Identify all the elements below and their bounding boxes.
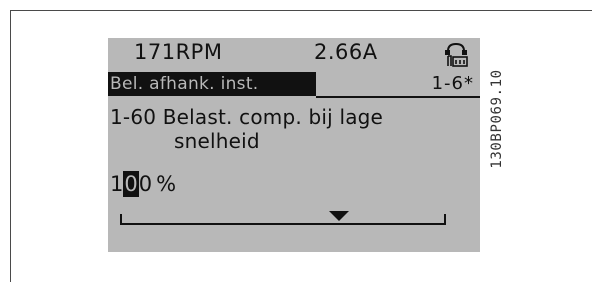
menu-group-index: 1-6* [431,73,474,94]
triangle-down-icon [329,211,349,221]
value-bar-line [120,214,446,225]
speed-readout: 171RPM [134,40,223,64]
frame-top-border [10,10,592,11]
figure-code-text: 130BP069.10 [489,69,505,169]
parameter-name-line2: snelheid [174,129,260,153]
parameter-value[interactable]: 100% [110,171,176,199]
value-unit: % [156,172,177,196]
figure-code-label: 130BP069.10 [484,44,510,194]
value-digit: 1 [110,172,124,196]
value-digit-cursor[interactable]: 0 [123,171,139,197]
current-readout: 2.66A [314,40,378,64]
frame-left-border [10,10,11,282]
value-digit: 0 [138,172,153,196]
menu-underline [316,96,480,98]
lcd-display: 171RPM 2.66A Bel. afhank. inst. 1-6* 1-6… [108,38,480,252]
menu-group-title: Bel. afhank. inst. [108,72,316,96]
parameter-name-line1: 1-60 Belast. comp. bij lage [110,105,384,129]
value-bar [120,206,446,232]
status-row: 171RPM 2.66A [108,40,480,72]
hand-keypad-icon [442,42,470,68]
menu-group-bar[interactable]: Bel. afhank. inst. 1-6* [108,72,480,98]
